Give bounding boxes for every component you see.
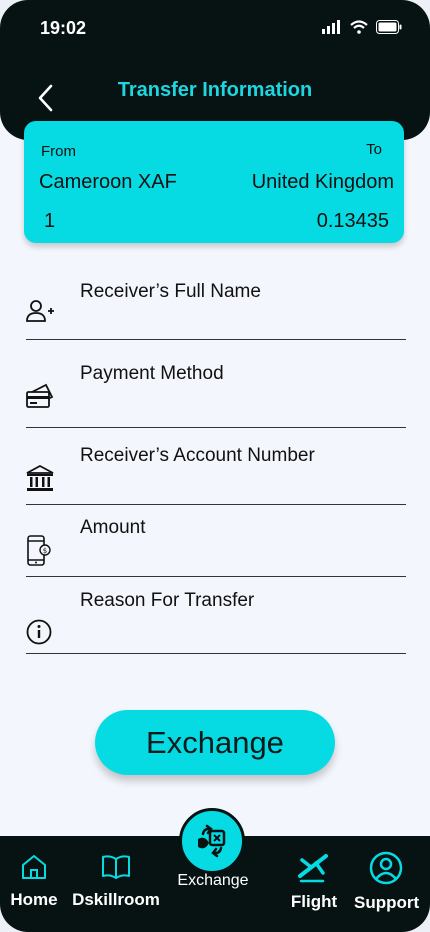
nav-exchange-label[interactable]: Exchange	[160, 872, 266, 890]
receiver-name-field[interactable]: Receiver’s Full Name	[26, 272, 406, 340]
mobile-money-icon: $	[27, 535, 51, 566]
from-amount: 1	[44, 210, 56, 232]
credit-card-icon	[26, 383, 54, 408]
payment-method-field[interactable]: Payment Method	[26, 340, 406, 428]
book-icon	[102, 855, 130, 879]
from-currency[interactable]: Cameroon XAF	[39, 171, 177, 194]
nav-flight-label: Flight	[290, 892, 338, 911]
nav-dskillroom-label: Dskillroom	[72, 890, 160, 909]
nav-home-label: Home	[10, 890, 58, 909]
status-icons	[322, 20, 402, 34]
amount-field[interactable]: $ Amount	[26, 505, 406, 577]
nav-flight[interactable]: Flight	[287, 850, 341, 912]
reason-label: Reason For Transfer	[80, 590, 255, 611]
account-number-label: Receiver’s Account Number	[80, 445, 315, 466]
info-icon	[26, 619, 52, 645]
support-user-icon	[369, 851, 403, 885]
nav-support[interactable]: Support	[354, 851, 420, 913]
bank-icon	[26, 465, 54, 491]
reason-field[interactable]: Reason For Transfer	[26, 577, 406, 654]
exchange-icon	[198, 824, 226, 858]
nav-home[interactable]: Home	[8, 852, 60, 910]
account-number-field[interactable]: Receiver’s Account Number	[26, 428, 406, 505]
exchange-button[interactable]: Exchange	[95, 710, 335, 775]
home-icon	[22, 855, 46, 879]
receiver-name-label: Receiver’s Full Name	[80, 281, 261, 302]
status-time: 19:02	[40, 18, 87, 38]
nav-exchange-button[interactable]	[179, 808, 245, 874]
svg-text:$: $	[43, 547, 47, 555]
payment-method-label: Payment Method	[80, 363, 224, 384]
page-title: Transfer Information	[117, 79, 313, 101]
nav-support-label: Support	[354, 893, 420, 912]
conversion-card: From To Cameroon XAF United Kingdom 1 0.…	[24, 121, 404, 243]
battery-icon	[376, 20, 402, 34]
wifi-icon	[350, 20, 368, 34]
amount-label: Amount	[80, 517, 146, 538]
to-country[interactable]: United Kingdom	[252, 171, 394, 194]
signal-icon	[322, 20, 340, 34]
to-label: To	[366, 141, 382, 158]
from-label: From	[41, 143, 76, 160]
airplane-icon	[298, 854, 328, 883]
top-header: 19:02 Transfer Information	[0, 0, 430, 140]
nav-dskillroom[interactable]: Dskillroom	[72, 852, 160, 910]
to-amount: 0.13435	[316, 210, 389, 232]
add-user-icon	[26, 300, 54, 322]
phone-screen: 19:02 Transfer Information From To Camer…	[0, 0, 430, 932]
